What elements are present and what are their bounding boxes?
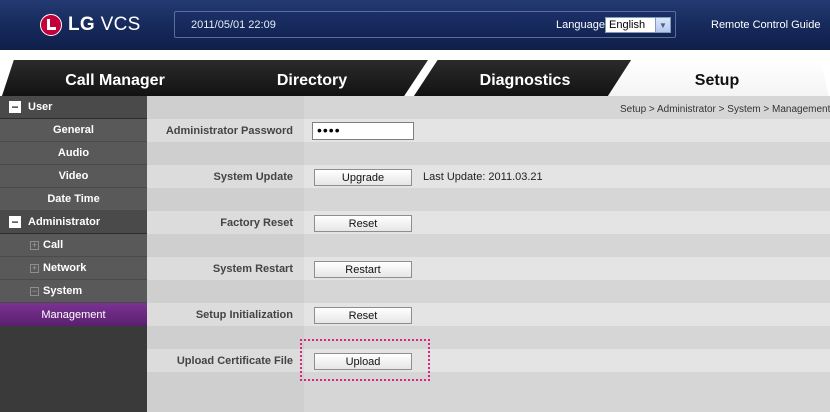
expand-icon[interactable]: + bbox=[30, 240, 39, 250]
row-system-update: System Update Upgrade Last Update: 2011.… bbox=[147, 165, 830, 188]
collapse-icon[interactable]: − bbox=[30, 286, 39, 296]
sidebar: − User General Audio Video Date Time − A… bbox=[0, 96, 147, 412]
sidebar-group-user[interactable]: − User bbox=[0, 96, 147, 119]
upgrade-button[interactable]: Upgrade bbox=[314, 169, 412, 186]
remote-control-guide-link[interactable]: Remote Control Guide bbox=[711, 19, 820, 31]
sidebar-item-label: Network bbox=[43, 262, 87, 274]
sidebar-item-system[interactable]: − System bbox=[0, 280, 147, 303]
lg-logo: LG VCS bbox=[40, 13, 141, 37]
header-bar: LG VCS 2011/05/01 22:09 Language English… bbox=[0, 0, 830, 50]
row-setup-initialization: Setup Initialization Reset bbox=[147, 303, 830, 326]
sidebar-item-network[interactable]: + Network bbox=[0, 257, 147, 280]
brand-name: LG VCS bbox=[68, 14, 141, 35]
chevron-down-icon[interactable]: ▼ bbox=[655, 18, 670, 32]
sidebar-group-label: User bbox=[28, 101, 53, 113]
factory-reset-button[interactable]: Reset bbox=[314, 215, 412, 232]
setup-initialization-button[interactable]: Reset bbox=[314, 307, 412, 324]
language-select[interactable]: English ▼ bbox=[605, 17, 671, 33]
sidebar-item-date-time[interactable]: Date Time bbox=[0, 188, 147, 211]
main-content: Setup > Administrator > System > Managem… bbox=[147, 96, 830, 412]
sidebar-item-management[interactable]: Management bbox=[0, 303, 147, 326]
sidebar-item-video[interactable]: Video bbox=[0, 165, 147, 188]
upload-highlight-box bbox=[300, 339, 430, 381]
status-box: 2011/05/01 22:09 Language English ▼ bbox=[174, 11, 676, 38]
setup-initialization-label: Setup Initialization bbox=[195, 309, 293, 321]
language-label: Language bbox=[556, 19, 605, 31]
datetime-display: 2011/05/01 22:09 bbox=[191, 19, 276, 31]
admin-password-input[interactable]: •••• bbox=[312, 122, 414, 140]
sidebar-item-call[interactable]: + Call bbox=[0, 234, 147, 257]
sidebar-item-audio[interactable]: Audio bbox=[0, 142, 147, 165]
sidebar-item-label: Call bbox=[43, 239, 64, 251]
language-value: English bbox=[609, 19, 646, 31]
lg-logo-icon bbox=[40, 14, 62, 36]
row-upload-certificate: Upload Certificate File Upload bbox=[147, 349, 830, 372]
sidebar-group-label: Administrator bbox=[28, 216, 101, 228]
factory-reset-label: Factory Reset bbox=[220, 217, 293, 229]
collapse-icon[interactable]: − bbox=[9, 216, 21, 228]
main-tabs: Call Manager Directory Diagnostics Setup bbox=[0, 50, 830, 151]
restart-button[interactable]: Restart bbox=[314, 261, 412, 278]
breadcrumb: Setup > Administrator > System > Managem… bbox=[620, 104, 830, 115]
expand-icon[interactable]: + bbox=[30, 263, 39, 273]
sidebar-item-general[interactable]: General bbox=[0, 119, 147, 142]
row-admin-password: Administrator Password •••• bbox=[147, 119, 830, 142]
row-factory-reset: Factory Reset Reset bbox=[147, 211, 830, 234]
upload-certificate-label: Upload Certificate File bbox=[176, 355, 293, 367]
system-update-label: System Update bbox=[213, 171, 293, 183]
collapse-icon[interactable]: − bbox=[9, 101, 21, 113]
system-restart-label: System Restart bbox=[212, 263, 293, 275]
sidebar-item-label: System bbox=[43, 285, 83, 297]
admin-password-label: Administrator Password bbox=[165, 125, 293, 137]
row-system-restart: System Restart Restart bbox=[147, 257, 830, 280]
last-update-text: Last Update: 2011.03.21 bbox=[423, 171, 543, 183]
sidebar-group-administrator[interactable]: − Administrator bbox=[0, 211, 147, 234]
